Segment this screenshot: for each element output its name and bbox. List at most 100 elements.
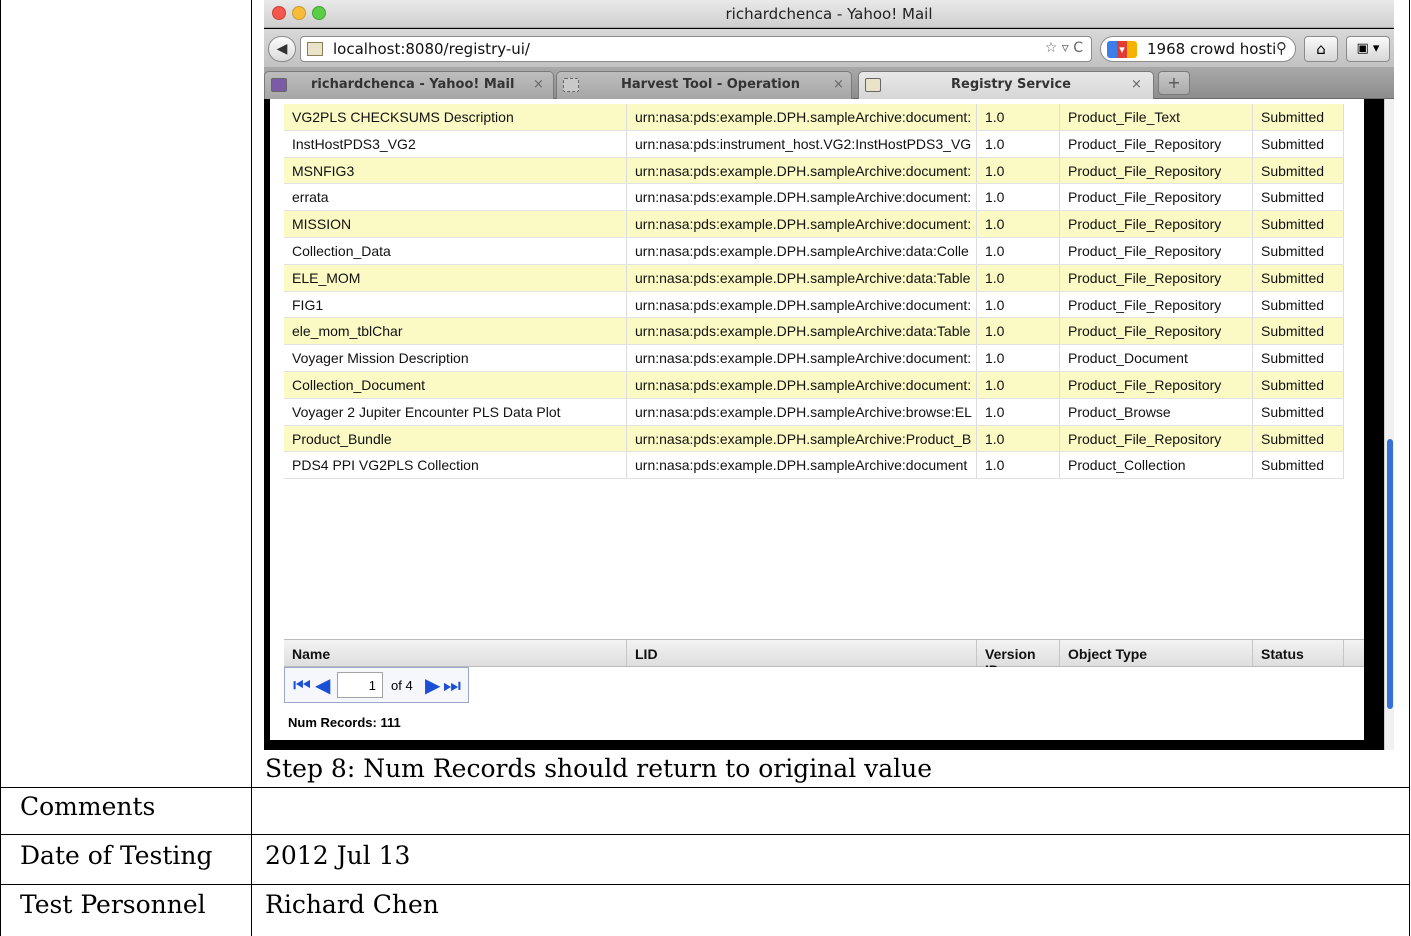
first-page-icon[interactable]: ⏮ — [293, 674, 311, 696]
cell-type: Product_Collection — [1060, 452, 1253, 479]
home-button[interactable]: ⌂ — [1304, 36, 1338, 62]
table-row[interactable]: Voyager Mission Description urn:nasa:pds:… — [284, 345, 1344, 372]
row-divider — [0, 787, 1410, 788]
cell-type: Product_File_Repository — [1060, 184, 1253, 211]
cell-type: Product_File_Repository — [1060, 130, 1253, 157]
cell-version: 1.0 — [977, 371, 1060, 398]
table-row[interactable]: Voyager 2 Jupiter Encounter PLS Data Plo… — [284, 398, 1344, 426]
previous-page-icon[interactable]: ◀ — [315, 674, 330, 696]
tab-harvest-tool[interactable]: Harvest Tool - Operation × — [556, 71, 852, 99]
next-page-icon[interactable]: ▶ — [425, 674, 440, 696]
column-header-version[interactable]: Version ID — [977, 640, 1060, 678]
cell-name: VG2PLS CHECKSUMS Description — [284, 104, 627, 130]
tab-yahoo-mail[interactable]: richardchenca - Yahoo! Mail × — [264, 71, 554, 99]
cell-type: Product_File_Repository — [1060, 291, 1253, 318]
tab-label: Registry Service — [951, 77, 1071, 92]
step-caption: Step 8: Num Records should return to ori… — [265, 754, 933, 783]
google-search-engine-icon[interactable]: ▾ — [1107, 41, 1137, 58]
cell-version: 1.0 — [977, 157, 1060, 184]
cell-version: 1.0 — [977, 237, 1060, 264]
cell-type: Product_File_Repository — [1060, 237, 1253, 264]
page-border — [264, 99, 270, 750]
search-text: 1968 crowd hosti — [1147, 40, 1277, 58]
table-left-border — [0, 0, 1, 936]
column-header-lid[interactable]: LID — [627, 640, 977, 666]
site-favicon-icon — [865, 78, 881, 92]
page-scrollbar[interactable] — [1384, 99, 1394, 750]
cell-name: Voyager Mission Description — [284, 345, 627, 371]
cell-type: Product_File_Repository — [1060, 264, 1253, 291]
cell-status: Submitted — [1253, 264, 1344, 291]
column-header-name[interactable]: Name — [284, 640, 627, 666]
tab-close-icon[interactable]: × — [533, 77, 544, 92]
test-personnel-label: Test Personnel — [20, 890, 206, 919]
tab-label: richardchenca - Yahoo! Mail — [311, 77, 515, 92]
cell-status: Submitted — [1253, 452, 1344, 479]
cell-status: Submitted — [1253, 425, 1344, 452]
table-row[interactable]: ELE_MOM urn:nasa:pds:example.DPH.sampleAr… — [284, 264, 1344, 292]
cell-name: PDS4 PPI VG2PLS Collection — [284, 452, 627, 479]
search-box[interactable]: ▾ 1968 crowd hosti ⚲ — [1100, 36, 1296, 62]
page-number-input[interactable]: 1 — [337, 672, 383, 698]
new-tab-button[interactable]: + — [1158, 71, 1190, 95]
table-row[interactable]: ele_mom_tblChar urn:nasa:pds:example.DPH.… — [284, 318, 1344, 346]
table-row[interactable]: VG2PLS CHECKSUMS Description urn:nasa:pds… — [284, 104, 1344, 131]
date-of-testing-value: 2012 Jul 13 — [265, 841, 411, 870]
cell-lid: urn:nasa:pds:example.DPH.sampleArchive:d… — [627, 318, 977, 345]
tab-close-icon[interactable]: × — [1131, 77, 1142, 92]
table-row[interactable]: Collection_Data urn:nasa:pds:example.DPH.… — [284, 237, 1344, 265]
num-records: Num Records: 111 — [288, 715, 401, 730]
cell-status: Submitted — [1253, 345, 1344, 371]
cell-lid: urn:nasa:pds:example.DPH.sampleArchive:d… — [627, 371, 977, 398]
table-row[interactable]: FIG1 urn:nasa:pds:example.DPH.sampleArchi… — [284, 291, 1344, 319]
cell-status: Submitted — [1253, 371, 1344, 398]
date-of-testing-label: Date of Testing — [20, 841, 213, 870]
table-row[interactable]: MISSION urn:nasa:pds:example.DPH.sampleAr… — [284, 211, 1344, 238]
column-header-status[interactable]: Status — [1253, 640, 1344, 666]
bookmark-star-icon[interactable]: ☆ ▿ C — [1045, 40, 1083, 56]
cell-type: Product_File_Text — [1060, 104, 1253, 130]
table-row[interactable]: PDS4 PPI VG2PLS Collection urn:nasa:pds:e… — [284, 452, 1344, 480]
cell-lid: urn:nasa:pds:example.DPH.sampleArchive:d… — [627, 104, 977, 130]
scrollbar-thumb[interactable] — [1387, 439, 1393, 709]
address-bar[interactable]: localhost:8080/registry-ui/ ☆ ▿ C — [300, 36, 1092, 62]
cell-name: Collection_Data — [284, 237, 627, 264]
column-header-type[interactable]: Object Type — [1060, 640, 1253, 666]
table-row[interactable]: Product_Bundle urn:nasa:pds:example.DPH.s… — [284, 425, 1344, 453]
cell-version: 1.0 — [977, 425, 1060, 452]
cell-lid: urn:nasa:pds:example.DPH.sampleArchive:b… — [627, 398, 977, 425]
cell-lid: urn:nasa:pds:example.DPH.sampleArchive:d… — [627, 452, 977, 479]
window-title: richardchenca - Yahoo! Mail — [725, 5, 933, 23]
tab-registry-service[interactable]: Registry Service × — [858, 71, 1154, 99]
test-personnel-value: Richard Chen — [265, 890, 439, 919]
cell-type: Product_File_Repository — [1060, 211, 1253, 237]
cell-status: Submitted — [1253, 104, 1344, 130]
table-row[interactable]: InstHostPDS3_VG2 urn:nasa:pds:instrument_… — [284, 130, 1344, 158]
extensions-button[interactable]: ▣ ▾ — [1346, 36, 1390, 62]
pagination: ⏮ ◀ 1 of 4 ▶ ⏭ — [284, 667, 1364, 707]
test-record-table: richardchenca - Yahoo! Mail ◀ localhost:… — [0, 0, 1411, 936]
browser-toolbar: ◀ localhost:8080/registry-ui/ ☆ ▿ C ▾ 19… — [264, 29, 1394, 67]
window-titlebar: richardchenca - Yahoo! Mail — [264, 0, 1394, 28]
cell-status: Submitted — [1253, 130, 1344, 157]
cell-type: Product_File_Repository — [1060, 157, 1253, 184]
table-row[interactable]: MSNFIG3 urn:nasa:pds:example.DPH.sampleAr… — [284, 157, 1344, 185]
back-button[interactable]: ◀ — [268, 36, 296, 62]
cell-name: ele_mom_tblChar — [284, 318, 627, 345]
cell-lid: urn:nasa:pds:example.DPH.sampleArchive:d… — [627, 291, 977, 318]
page-border — [264, 740, 1384, 750]
table-row[interactable]: Collection_Document urn:nasa:pds:example.… — [284, 371, 1344, 399]
registry-grid: VG2PLS CHECKSUMS Description urn:nasa:pds… — [284, 99, 1364, 641]
cell-status: Submitted — [1253, 318, 1344, 345]
search-icon[interactable]: ⚲ — [1276, 39, 1287, 57]
cell-lid: urn:nasa:pds:example.DPH.sampleArchive:d… — [627, 211, 977, 237]
table-right-border — [1409, 0, 1410, 936]
cell-name: MSNFIG3 — [284, 157, 627, 184]
cell-lid: urn:nasa:pds:instrument_host.VG2:InstHos… — [627, 130, 977, 157]
table-row[interactable]: errata urn:nasa:pds:example.DPH.sampleArc… — [284, 184, 1344, 212]
tab-close-icon[interactable]: × — [833, 77, 844, 92]
last-page-icon[interactable]: ⏭ — [443, 674, 461, 696]
cell-version: 1.0 — [977, 130, 1060, 157]
registry-rows: VG2PLS CHECKSUMS Description urn:nasa:pds… — [284, 104, 1344, 480]
cell-version: 1.0 — [977, 184, 1060, 211]
